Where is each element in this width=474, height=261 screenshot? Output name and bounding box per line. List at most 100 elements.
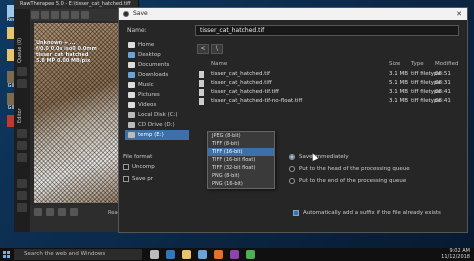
place-item[interactable]: temp (E:): [125, 130, 189, 140]
sidebar-button[interactable]: [17, 67, 27, 76]
sidebar-button[interactable]: [17, 179, 27, 188]
auto-suffix-checkbox[interactable]: [293, 210, 299, 216]
save-dialog: Save ✕ Name: tisser_cat_hatched.tif Home…: [118, 7, 468, 233]
column-type[interactable]: Type: [411, 61, 424, 67]
bottom-button[interactable]: [34, 208, 42, 216]
format-option[interactable]: TIFF (16-bit float): [208, 156, 274, 164]
column-size[interactable]: Size: [389, 61, 400, 67]
queue-option-label: Put to the end of the processing queue: [299, 178, 407, 184]
place-item[interactable]: Documents: [125, 60, 189, 70]
file-name: tisser_cat_hatched.tif: [211, 71, 270, 77]
place-item[interactable]: Music: [125, 80, 189, 90]
file-icon: [199, 71, 204, 78]
place-item[interactable]: Home: [125, 40, 189, 50]
column-modified[interactable]: Modified: [435, 61, 458, 67]
hand-tool-icon[interactable]: [31, 11, 39, 19]
place-label: Home: [138, 42, 155, 48]
file-row[interactable]: tisser_cat_hatched-tif-no-float.tiff 3.1 …: [197, 97, 459, 106]
file-format-dropdown[interactable]: JPEG (8-bit) TIFF (8-bit) TIFF (16-bit) TIF…: [207, 131, 275, 189]
place-label: CD Drive (D:): [138, 122, 175, 128]
desktop-icon: [128, 52, 135, 58]
dialog-titlebar: Save ✕: [119, 8, 467, 20]
bottom-button[interactable]: [58, 208, 66, 216]
save-profile-label: Save pr: [132, 176, 154, 182]
format-option[interactable]: JPEG (8-bit): [208, 132, 274, 140]
file-size: 3.1 MB: [389, 89, 409, 95]
place-item[interactable]: Downloads: [125, 70, 189, 80]
documents-icon: [128, 62, 135, 68]
place-label: Videos: [138, 102, 157, 108]
windows-start-icon[interactable]: [3, 251, 10, 258]
breadcrumb: < \: [197, 44, 237, 55]
format-option[interactable]: TIFF (16-bit): [208, 148, 274, 156]
sidebar-button[interactable]: [17, 203, 27, 212]
place-label: Desktop: [138, 52, 161, 58]
disk-icon: [128, 112, 135, 118]
straighten-tool-icon[interactable]: [61, 11, 69, 19]
file-row[interactable]: tisser_cat_hatched.tif 3.1 MB tiff filetyp…: [197, 70, 459, 79]
music-icon: [128, 82, 135, 88]
queue-head-radio[interactable]: [289, 166, 295, 172]
wb-tool-icon[interactable]: [41, 11, 49, 19]
disk-icon: [128, 132, 135, 138]
place-label: Music: [138, 82, 154, 88]
queue-end-radio[interactable]: [289, 178, 295, 184]
file-format-label: File format: [123, 154, 153, 160]
place-label: Documents: [138, 62, 170, 68]
place-item[interactable]: Videos: [125, 100, 189, 110]
cd-icon: [128, 122, 135, 128]
name-label: Name:: [127, 27, 147, 34]
sidebar-button[interactable]: [17, 79, 27, 88]
format-option[interactable]: PNG (8-bit): [208, 172, 274, 180]
sidebar-button[interactable]: [17, 141, 27, 150]
place-item[interactable]: Desktop: [125, 50, 189, 60]
file-icon: [199, 80, 204, 87]
app-icon: [123, 11, 129, 17]
file-modified: 08:31: [435, 80, 451, 86]
sidebar-button[interactable]: [17, 191, 27, 200]
file-list-header: Name Size Type Modified: [197, 59, 459, 69]
path-root-button[interactable]: \: [210, 44, 223, 54]
rawtherapee-sidebar: Queue (0) Editor: [14, 9, 30, 232]
system-tray-clock[interactable]: 9:02 AM 11/12/2018: [441, 248, 470, 260]
bottom-button[interactable]: [70, 208, 78, 216]
rawtherapee-icon[interactable]: [230, 250, 239, 259]
sidebar-button[interactable]: [17, 129, 27, 138]
dialog-title: Save: [133, 10, 148, 17]
file-row[interactable]: tisser_cat_hatched-tif.tiff 3.1 MB tiff fi…: [197, 88, 459, 97]
info-line: 5.8 MP 0.00 MB/pix: [36, 58, 91, 64]
crop-tool-icon[interactable]: [51, 11, 59, 19]
bottom-button[interactable]: [46, 208, 54, 216]
edge-icon[interactable]: [166, 250, 175, 259]
store-icon[interactable]: [198, 250, 207, 259]
editor-tab[interactable]: Editor: [17, 93, 27, 123]
file-row[interactable]: tisser_cat_hatched.tiff 5.1 MB tiff filety…: [197, 79, 459, 88]
save-immediately-radio[interactable]: [289, 154, 295, 160]
place-item[interactable]: Pictures: [125, 90, 189, 100]
task-view-icon[interactable]: [150, 250, 159, 259]
place-item[interactable]: Local Disk (C:): [125, 110, 189, 120]
back-button[interactable]: <: [197, 44, 209, 54]
zoom-tool-icon[interactable]: [71, 11, 79, 19]
close-icon[interactable]: ✕: [456, 8, 462, 20]
sidebar-button[interactable]: [17, 153, 27, 162]
queue-tab[interactable]: Queue (0): [17, 23, 27, 63]
file-name: tisser_cat_hatched-tif.tiff: [211, 89, 279, 95]
column-name[interactable]: Name: [211, 61, 227, 67]
firefox-icon[interactable]: [214, 250, 223, 259]
filename-input[interactable]: tisser_cat_hatched.tif: [195, 25, 459, 36]
file-list: tisser_cat_hatched.tif 3.1 MB tiff filetyp…: [197, 70, 459, 106]
file-name: tisser_cat_hatched.tiff: [211, 80, 272, 86]
file-icon: [199, 98, 204, 105]
save-profile-checkbox[interactable]: [123, 176, 129, 182]
uncompressed-checkbox[interactable]: [123, 164, 129, 170]
taskbar-search-box[interactable]: Search the web and Windows: [14, 249, 142, 260]
explorer-icon[interactable]: [182, 250, 191, 259]
format-option[interactable]: TIFF (32-bit float): [208, 164, 274, 172]
format-option[interactable]: TIFF (8-bit): [208, 140, 274, 148]
image-info-overlay: Unknown + ... f/0.0 0.0s iso0 0.0mm tiss…: [36, 40, 111, 64]
format-option[interactable]: PNG (16-bit): [208, 180, 274, 188]
zoom-tool-icon[interactable]: [81, 11, 89, 19]
place-item[interactable]: CD Drive (D:): [125, 120, 189, 130]
chrome-icon[interactable]: [246, 250, 255, 259]
